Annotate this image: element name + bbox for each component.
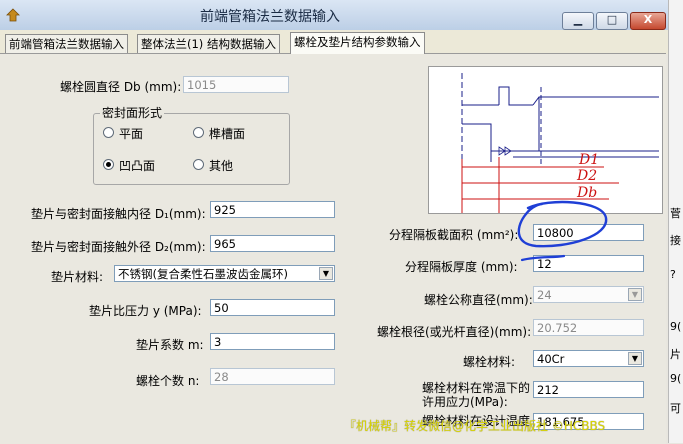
partition-area-label: 分程隔板截面积 (mm²): xyxy=(389,228,519,242)
bolt-nominal-diameter-select[interactable]: 24 ▼ xyxy=(533,286,644,303)
seal-flat-radio[interactable] xyxy=(103,127,114,138)
gasket-material-value: 不锈钢(复合柔性石墨波齿金属环) xyxy=(118,267,288,281)
background-window-text: 菅 xyxy=(670,207,681,220)
d1-label: D1 xyxy=(578,152,599,168)
bolt-circle-diameter-label: 螺栓圆直径 Db (mm): xyxy=(60,80,182,94)
minimize-button[interactable]: ▁ xyxy=(562,12,594,30)
background-window-text: 9( xyxy=(670,320,682,333)
bolt-material-value: 40Cr xyxy=(537,352,565,366)
gasket-pressure-label: 垫片比压力 y (MPa): xyxy=(89,304,202,318)
bolt-nominal-diameter-value: 24 xyxy=(537,288,552,302)
tab-integral-flange[interactable]: 整体法兰(1) 结构数据输入 xyxy=(137,34,280,53)
flange-outline xyxy=(462,123,659,152)
d2-label: D2 xyxy=(576,168,597,184)
bolt-count-label: 螺栓个数 n: xyxy=(136,374,200,388)
seal-tongue-groove-radio[interactable] xyxy=(193,127,204,138)
gasket-pressure-input[interactable]: 50 xyxy=(210,299,335,316)
background-window-text: 片 xyxy=(670,348,681,361)
handdrawn-annotation xyxy=(517,200,608,262)
gasket-outer-diameter-label: 垫片与密封面接触外径 D₂(mm): xyxy=(31,240,206,254)
background-window-text: 接 xyxy=(670,234,681,247)
seal-type-group xyxy=(93,113,290,185)
background-window-text: 9( xyxy=(670,372,682,385)
app-icon xyxy=(6,8,20,22)
bolt-root-diameter-label: 螺栓根径(或光杆直径)(mm): xyxy=(377,325,532,339)
gasket-material-select[interactable]: 不锈钢(复合柔性石墨波齿金属环) ▼ xyxy=(114,265,335,282)
gasket-coefficient-input[interactable]: 3 xyxy=(210,333,335,350)
seal-flat-label: 平面 xyxy=(119,127,144,141)
chevron-down-icon[interactable]: ▼ xyxy=(628,352,642,365)
bolt-material-label: 螺栓材料: xyxy=(463,355,516,369)
bolt-count-input[interactable]: 28 xyxy=(210,368,335,385)
flange-dimension-diagram: D1 D2 Db xyxy=(428,66,663,214)
bolt-material-select[interactable]: 40Cr ▼ xyxy=(533,350,644,367)
seal-tongue-groove-label: 榫槽面 xyxy=(209,127,246,141)
gasket-inner-diameter-label: 垫片与密封面接触内径 D₁(mm): xyxy=(31,207,206,221)
flange-outline xyxy=(498,86,533,106)
window-title: 前端管箱法兰数据输入 xyxy=(200,9,340,25)
bolt-root-diameter-input[interactable]: 20.752 xyxy=(533,319,644,336)
bolt-stress-normal-input[interactable]: 212 xyxy=(533,381,644,398)
partition-thickness-label: 分程隔板厚度 (mm): xyxy=(405,260,518,274)
seal-type-legend: 密封面形式 xyxy=(100,104,165,121)
flange-outline xyxy=(532,96,659,106)
chevron-down-icon[interactable]: ▼ xyxy=(628,288,642,301)
background-window-text: ? xyxy=(670,268,676,281)
gasket-material-label: 垫片材料: xyxy=(51,270,104,284)
seal-other-radio[interactable] xyxy=(193,159,204,170)
annotation-circle xyxy=(517,200,608,248)
seal-other-label: 其他 xyxy=(209,159,234,173)
watermark-text: 『机械帮』转发微信@化学工业出版社 ©HCBBS xyxy=(344,419,606,433)
gasket-outer-diameter-input[interactable]: 965 xyxy=(210,235,335,252)
bolt-circle-diameter-input[interactable]: 1015 xyxy=(183,76,289,93)
seal-raised-face-label: 凹凸面 xyxy=(119,159,156,173)
tab-front-flange[interactable]: 前端管箱法兰数据输入 xyxy=(5,34,128,53)
tab-bolt-gasket[interactable]: 螺栓及垫片结构参数输入 xyxy=(290,32,425,54)
background-window-text: 可 xyxy=(670,402,681,415)
close-button[interactable]: X xyxy=(630,12,666,30)
annotation-underline xyxy=(520,254,566,262)
bolt-stress-normal-label-line2: 许用应力(MPa): xyxy=(422,395,508,409)
maximize-button[interactable]: □ xyxy=(596,12,628,30)
gasket-coefficient-label: 垫片系数 m: xyxy=(136,338,204,352)
seal-raised-face-radio[interactable] xyxy=(103,159,114,170)
bolt-nominal-diameter-label: 螺栓公称直径(mm): xyxy=(424,293,533,307)
gasket-inner-diameter-input[interactable]: 925 xyxy=(210,201,335,218)
chevron-down-icon[interactable]: ▼ xyxy=(319,267,333,280)
